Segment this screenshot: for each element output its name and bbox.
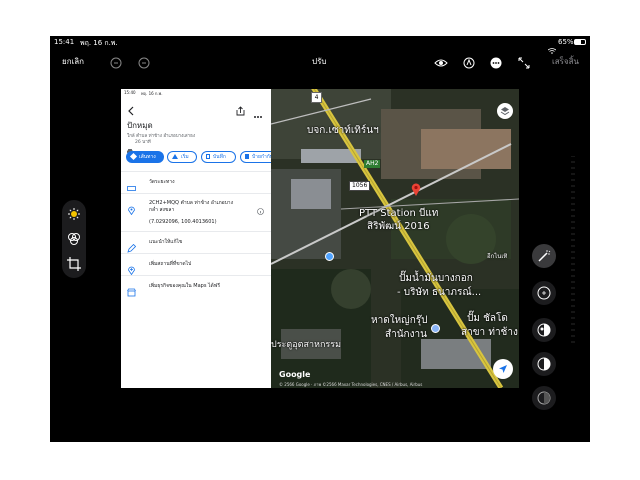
measure-distance-label: วัดระยะทาง — [149, 179, 175, 185]
status-time: 15:41 — [54, 38, 75, 46]
shadows-button[interactable] — [532, 386, 556, 410]
coordinates: (7.0292096, 100.4013601) — [149, 219, 217, 225]
start-label: เริ่ม — [181, 154, 189, 160]
inner-status-time: 15:40 — [124, 90, 136, 95]
directions-chip[interactable]: เส้นทาง — [126, 151, 164, 163]
road-4-shield: 4 — [311, 92, 322, 103]
suggest-edit-row[interactable]: แนะนำให้แก้ไข — [121, 231, 271, 253]
brilliance-icon — [537, 323, 551, 337]
more-icon[interactable] — [490, 54, 502, 69]
map-label-pump2-1[interactable]: ปั๊ม ชัลโด — [467, 311, 508, 326]
map-label-hatyai-2[interactable]: สำนักงาน — [385, 327, 427, 342]
satellite-map[interactable]: 4 AH2 1056 บจก.เซาท์เทิร์นฯ PTT Station … — [271, 89, 519, 388]
route-1056-shield: 1056 — [349, 181, 371, 191]
map-poi-dot[interactable] — [431, 324, 440, 333]
start-chip[interactable]: เริ่ม — [167, 151, 197, 163]
directions-label: เส้นทาง — [139, 154, 156, 160]
map-label-pump2-2[interactable]: สาขา ท่าช้าง — [461, 325, 518, 340]
add-business-row[interactable]: เพิ่มธุรกิจของคุณใน Maps ได้ฟรี — [121, 275, 271, 297]
ah2-shield: AH2 — [364, 160, 381, 168]
done-button[interactable]: เสร็จสิ้น — [552, 55, 579, 68]
flag-icon — [245, 154, 249, 159]
wifi-icon — [547, 39, 557, 54]
maps-place-panel: 15:40 พฤ. 16 ก.พ. ปักหมุด ใกล้ ตำบล ท่าข… — [121, 89, 280, 388]
redo-icon[interactable] — [138, 54, 150, 69]
map-label-pump-2[interactable]: - บริษัท ธนาภรณ์... — [397, 285, 481, 300]
map-copyright: © 2566 Google · ภาพ ©2566 Maxar Technolo… — [279, 382, 423, 387]
my-location-button[interactable] — [493, 359, 513, 379]
address-line2: กล่ำ สงขลา — [149, 207, 175, 213]
expand-icon[interactable] — [518, 54, 530, 69]
map-label-industry[interactable]: ประตูอุตสาหกรรม — [271, 337, 341, 351]
measure-distance-row[interactable]: วัดระยะทาง — [121, 171, 271, 193]
ipad-screen: 15:41 พฤ. 16 ก.พ. 65% ยกเลิก ปรับ เสร็จส… — [50, 36, 590, 442]
adjust-icon[interactable] — [67, 206, 81, 225]
bookmark-icon — [206, 154, 210, 159]
share-icon[interactable] — [236, 101, 245, 116]
add-location-icon — [127, 260, 136, 276]
suggest-edit-label: แนะนำให้แก้ไข — [149, 239, 183, 245]
edit-tools-pill — [62, 200, 86, 278]
crop-icon[interactable] — [67, 256, 81, 275]
battery-percent: 65% — [558, 38, 574, 46]
highlights-icon — [537, 357, 551, 371]
inner-status-date: พฤ. 16 ก.พ. — [141, 91, 163, 96]
exposure-button[interactable] — [532, 281, 556, 305]
auto-enhance-button[interactable] — [532, 244, 556, 268]
store-icon — [127, 282, 136, 297]
label-label: ป้ายกำกับ — [252, 154, 273, 160]
status-date: พฤ. 16 ก.พ. — [80, 39, 118, 47]
magic-wand-icon — [538, 250, 551, 262]
brilliance-button[interactable] — [532, 318, 556, 342]
address-row[interactable]: 2CH2+MQQ ตำบล ท่าข้าง อำเภอบาง กล่ำ สงขล… — [121, 193, 271, 231]
directions-icon — [129, 152, 138, 161]
google-logo: Google — [279, 370, 311, 379]
map-label-company[interactable]: บจก.เซาท์เทิร์นฯ — [307, 123, 379, 138]
map-label-pump-1[interactable]: ปั๊มน้ำมันบางกอก — [399, 271, 473, 286]
add-place-label: เพิ่มสถานที่ที่ขาดไป — [149, 261, 192, 267]
map-label-hatyai-1[interactable]: หาดใหญ่กรุ๊ป — [371, 313, 427, 328]
navigation-icon — [172, 154, 178, 159]
map-label-cable[interactable]: อีกไนเทิ — [487, 251, 507, 261]
car-icon — [127, 139, 133, 153]
place-title: ปักหมุด — [127, 121, 153, 130]
back-icon[interactable] — [127, 101, 135, 116]
battery-icon — [574, 39, 586, 45]
highlights-button[interactable] — [532, 352, 556, 376]
filters-icon[interactable] — [67, 231, 81, 250]
save-chip[interactable]: บันทึก — [201, 151, 236, 163]
map-poi-dot[interactable] — [325, 252, 334, 261]
dropped-pin-icon[interactable] — [411, 181, 421, 196]
photo-preview[interactable]: 15:40 พฤ. 16 ก.พ. ปักหมุด ใกล้ ตำบล ท่าข… — [121, 89, 519, 388]
exposure-icon — [537, 286, 551, 300]
more-options-icon[interactable] — [253, 104, 263, 118]
ruler-icon — [127, 178, 136, 191]
info-icon[interactable] — [257, 200, 264, 215]
pin-icon — [127, 200, 136, 216]
layers-icon — [500, 107, 510, 116]
cancel-button[interactable]: ยกเลิก — [62, 55, 84, 68]
markup-icon[interactable] — [463, 54, 475, 69]
add-place-row[interactable]: เพิ่มสถานที่ที่ขาดไป — [121, 253, 271, 276]
save-label: บันทึก — [213, 154, 226, 160]
pencil-icon — [127, 238, 137, 253]
edit-title: ปรับ — [312, 57, 327, 66]
map-label-ptt-2[interactable]: สิริพัฒน์ 2016 — [367, 219, 430, 234]
location-arrow-icon — [499, 365, 507, 373]
undo-icon[interactable] — [110, 54, 122, 69]
layers-button[interactable] — [497, 103, 513, 119]
shadows-icon — [537, 391, 551, 405]
travel-time: 26 นาที — [135, 140, 151, 145]
adjustment-slider[interactable] — [571, 155, 575, 346]
add-business-label: เพิ่มธุรกิจของคุณใน Maps ได้ฟรี — [149, 283, 221, 289]
eye-icon[interactable] — [434, 54, 448, 67]
